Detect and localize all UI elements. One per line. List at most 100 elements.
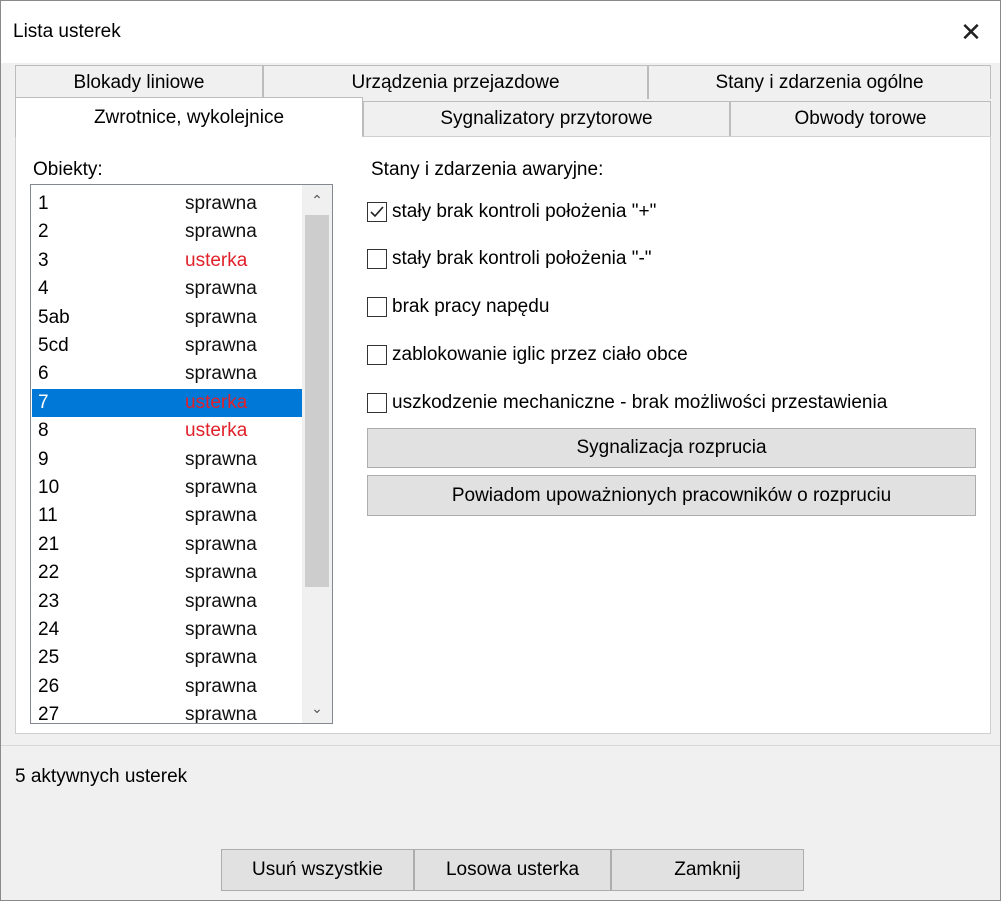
tab-blokady-liniowe[interactable]: Blokady liniowe [15,65,263,99]
tab-label: Stany i zdarzenia ogólne [715,71,924,93]
list-item[interactable]: 24 sprawna [32,616,302,644]
list-item[interactable]: 11 sprawna [32,502,302,530]
tab-stany-i-zdarzenia-ogolne[interactable]: Stany i zdarzenia ogólne [648,65,991,99]
object-name: 8 [38,420,49,442]
chevron-down-icon[interactable]: ⌄ [302,693,332,723]
checkbox[interactable] [367,345,387,365]
object-status: sprawna [185,647,257,669]
list-item[interactable]: 26 sprawna [32,673,302,701]
checkbox[interactable] [367,249,387,269]
list-scrollbar[interactable]: ⌃ ⌄ [302,185,332,723]
tab-label: Obwody torowe [794,108,927,129]
checkbox[interactable] [367,297,387,317]
dialog-window: Lista usterek ✕ Blokady liniowe Urządzen… [0,0,1001,901]
object-name: 5ab [38,306,70,328]
checkbox-checked[interactable] [367,202,387,222]
object-status: sprawna [185,675,257,697]
scroll-thumb[interactable] [305,215,329,587]
states-label: Stany i zdarzenia awaryjne: [371,159,604,180]
list-item[interactable]: 2 sprawna [32,218,302,246]
object-name: 11 [38,505,58,527]
object-status: sprawna [185,448,257,470]
object-status: sprawna [185,477,257,498]
object-status: usterka [185,249,248,271]
remove-all-button[interactable]: Usuń wszystkie [221,849,414,891]
list-item[interactable]: 21 sprawna [32,531,302,559]
fault-checkbox-row[interactable]: stały brak kontroli położenia "+" [367,197,656,227]
object-status: usterka [185,391,248,413]
object-status: sprawna [185,619,257,640]
button-label: Sygnalizacja rozprucia [576,437,767,458]
object-name: 27 [38,704,60,724]
list-item[interactable]: 23 sprawna [32,588,302,616]
random-fault-button[interactable]: Losowa usterka [414,849,611,891]
object-status: sprawna [185,590,257,612]
object-name: 22 [38,562,60,584]
close-button[interactable]: Zamknij [611,849,804,891]
list-item[interactable]: 27 sprawna [32,701,302,724]
object-status: sprawna [185,533,257,555]
object-name: 7 [38,391,49,413]
object-name: 4 [38,278,49,300]
status-text: 5 aktywnych usterek [15,766,188,787]
object-status: sprawna [185,363,257,385]
object-status: sprawna [185,335,257,356]
check-icon [370,206,384,218]
object-status: sprawna [185,306,257,328]
tab-urzadzenia-przejazdowe[interactable]: Urządzenia przejazdowe [263,65,648,99]
checkbox-label: zablokowanie iglic przez ciało obce [392,344,688,365]
object-status: sprawna [185,505,257,527]
tab-sygnalizatory-przytorowe[interactable]: Sygnalizatory przytorowe [363,101,730,136]
tab-label: Urządzenia przejazdowe [351,71,560,93]
object-name: 23 [38,590,60,612]
list-item[interactable]: 9 sprawna [32,446,302,474]
list-item[interactable]: 5ab sprawna [32,304,302,332]
list-item[interactable]: 25 sprawna [32,644,302,672]
objects-listbox[interactable]: 1 sprawna 2 sprawna 3 usterka 4 sprawna 5ab spraw… [30,184,333,724]
chevron-up-icon[interactable]: ⌃ [302,185,332,215]
object-name: 2 [38,221,49,243]
title-bar: Lista usterek ✕ [1,1,1000,63]
object-name: 1 [38,193,49,214]
objects-label: Obiekty: [33,159,103,180]
tab-obwody-torowe[interactable]: Obwody torowe [730,101,991,136]
object-name: 5cd [38,335,69,356]
object-name: 26 [38,675,60,697]
checkbox[interactable] [367,393,387,413]
tab-label: Zwrotnice, wykolejnice [93,106,285,128]
object-name: 10 [38,477,60,498]
list-item[interactable]: 8 usterka [32,417,302,445]
object-name: 6 [38,363,49,385]
object-status: sprawna [185,562,257,584]
tab-zwrotnice-wykolejnice[interactable]: Zwrotnice, wykolejnice [15,97,363,137]
close-icon[interactable]: ✕ [941,1,1000,63]
button-label: Zamknij [674,859,741,880]
list-item[interactable]: 7 usterka [32,388,302,417]
object-name: 3 [38,249,49,271]
checkbox-label: stały brak kontroli położenia "-" [392,248,652,269]
button-label: Powiadom upoważnionych pracowników o roz… [451,484,892,506]
object-name: 25 [38,647,60,669]
list-item[interactable]: 5cd sprawna [32,332,302,360]
object-status: sprawna [185,193,257,214]
checkbox-label: uszkodzenie mechaniczne - brak możliwośc… [392,392,888,413]
list-item[interactable]: 4 sprawna [32,275,302,303]
fault-checkbox-row[interactable]: zablokowanie iglic przez ciało obce [367,340,688,370]
object-name: 9 [38,448,49,470]
tab-label: Sygnalizatory przytorowe [440,108,653,129]
checkbox-label: stały brak kontroli położenia "+" [392,201,657,222]
fault-checkbox-row[interactable]: stały brak kontroli położenia "-" [367,244,652,274]
fault-checkbox-row[interactable]: uszkodzenie mechaniczne - brak możliwośc… [367,388,887,418]
list-item[interactable]: 1 sprawna [32,190,302,218]
button-label: Losowa usterka [445,859,580,880]
list-item[interactable]: 6 sprawna [32,360,302,388]
object-status: sprawna [185,221,257,243]
list-item[interactable]: 22 sprawna [32,559,302,587]
object-name: 21 [38,533,60,555]
signal-split-button[interactable]: Sygnalizacja rozprucia [367,428,976,468]
list-item[interactable]: 10 sprawna [32,474,302,502]
fault-checkbox-row[interactable]: brak pracy napędu [367,292,549,322]
list-item[interactable]: 3 usterka [32,247,302,275]
notify-workers-button[interactable]: Powiadom upoważnionych pracowników o roz… [367,475,976,516]
checkbox-label: brak pracy napędu [392,296,550,317]
